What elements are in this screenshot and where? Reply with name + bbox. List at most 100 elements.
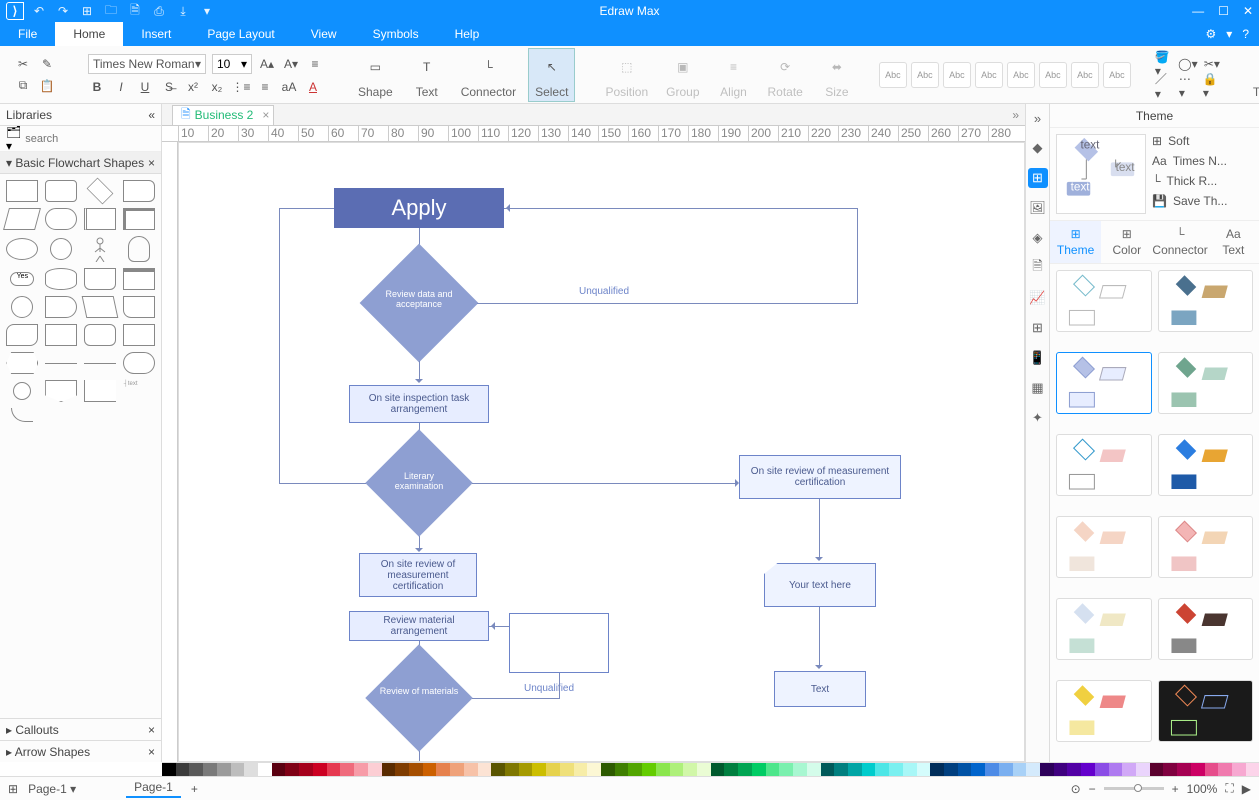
color-swatch[interactable] <box>903 763 917 776</box>
ai-rail-icon[interactable]: ✦ <box>1028 408 1048 428</box>
theme-opt-save[interactable]: 💾Save Th... <box>1152 194 1253 208</box>
color-swatch[interactable] <box>1095 763 1109 776</box>
color-swatch[interactable] <box>1191 763 1205 776</box>
color-swatch[interactable] <box>299 763 313 776</box>
close-icon[interactable]: ✕ <box>1243 4 1253 18</box>
color-swatch[interactable] <box>285 763 299 776</box>
theme-item[interactable] <box>1056 598 1152 660</box>
export-icon[interactable]: ⤓ <box>176 4 190 18</box>
theme-item[interactable] <box>1158 598 1254 660</box>
shape-angle[interactable] <box>84 380 116 402</box>
shape-parallelogram[interactable] <box>3 208 41 230</box>
style-preset[interactable]: Abc <box>1071 62 1099 88</box>
color-swatch[interactable] <box>971 763 985 776</box>
menu-home[interactable]: Home <box>55 22 123 46</box>
save-icon[interactable]: 🗎 <box>128 4 142 18</box>
color-swatch[interactable] <box>546 763 560 776</box>
document-tab[interactable]: 🗎 Business 2 × <box>172 105 274 125</box>
align-menu-icon[interactable]: ≡ <box>306 55 324 73</box>
color-swatch[interactable] <box>505 763 519 776</box>
shape-wave[interactable] <box>6 324 38 346</box>
color-swatch[interactable] <box>176 763 190 776</box>
color-swatch[interactable] <box>1026 763 1040 776</box>
chart-rail-icon[interactable]: 📈 <box>1028 288 1048 308</box>
table-rail-icon[interactable]: ⊞ <box>1028 318 1048 338</box>
theme-item[interactable] <box>1158 270 1254 332</box>
color-swatch[interactable] <box>1232 763 1246 776</box>
theme-tab-color[interactable]: ⊞Color <box>1101 221 1152 263</box>
color-swatch[interactable] <box>724 763 738 776</box>
add-page-icon[interactable]: + <box>191 782 198 796</box>
theme-tab-connector[interactable]: └Connector <box>1152 221 1207 263</box>
font-color-icon[interactable]: A <box>304 78 322 96</box>
crop-icon[interactable]: ✂▾ <box>1203 55 1221 73</box>
color-swatch[interactable] <box>1040 763 1054 776</box>
help-icon[interactable]: ? <box>1242 27 1249 41</box>
app-rail-icon[interactable]: 📱 <box>1028 348 1048 368</box>
minimize-icon[interactable]: — <box>1192 4 1204 18</box>
theme-item[interactable] <box>1056 352 1152 414</box>
node-onsite-review-left[interactable]: On site review of measurement certificat… <box>359 553 477 597</box>
color-swatch[interactable] <box>1163 763 1177 776</box>
color-swatch[interactable] <box>738 763 752 776</box>
color-swatch[interactable] <box>889 763 903 776</box>
lock-icon[interactable]: 🔒▾ <box>1203 77 1221 95</box>
shape-line[interactable] <box>45 363 77 364</box>
menu-view[interactable]: View <box>293 22 355 46</box>
shape-delay[interactable] <box>45 296 77 318</box>
color-swatch[interactable] <box>642 763 656 776</box>
shape-diamond[interactable] <box>87 178 114 205</box>
copy-icon[interactable]: ⧉ <box>14 77 32 95</box>
fullscreen-icon[interactable]: ⛶ <box>1225 781 1233 796</box>
expand-right-icon[interactable]: » <box>1028 108 1048 128</box>
color-swatch[interactable] <box>1136 763 1150 776</box>
maximize-icon[interactable]: ☐ <box>1218 4 1229 18</box>
canvas[interactable]: Apply Review data and acceptance Unquali… <box>178 142 1025 762</box>
style-preset[interactable]: Abc <box>911 62 939 88</box>
bold-icon[interactable]: B <box>88 78 106 96</box>
presentation-icon[interactable]: ▶ <box>1242 782 1251 796</box>
style-preset[interactable]: Abc <box>879 62 907 88</box>
connector-tool[interactable]: └Connector <box>455 49 522 101</box>
color-swatch[interactable] <box>354 763 368 776</box>
font-size-select[interactable]: 10▾ <box>212 54 252 74</box>
color-swatch[interactable] <box>917 763 931 776</box>
color-swatch[interactable] <box>382 763 396 776</box>
color-swatch[interactable] <box>985 763 999 776</box>
shape-frame[interactable] <box>123 268 155 290</box>
shape-yes[interactable]: Yes <box>10 272 34 286</box>
color-swatch[interactable] <box>779 763 793 776</box>
shape-annotation[interactable]: ┤text <box>124 381 154 401</box>
underline-icon[interactable]: U <box>136 78 154 96</box>
node-onsite-task[interactable]: On site inspection task arrangement <box>349 385 489 423</box>
text-tool[interactable]: TText <box>405 49 449 101</box>
decrease-font-icon[interactable]: A▾ <box>282 55 300 73</box>
category-arrow-shapes[interactable]: ▸ Arrow Shapes× <box>0 740 161 762</box>
style-preset[interactable]: Abc <box>1103 62 1131 88</box>
color-swatch[interactable] <box>244 763 258 776</box>
close-category-icon[interactable]: × <box>148 156 155 170</box>
select-tool[interactable]: ↖Select <box>528 48 575 102</box>
theme-item[interactable] <box>1056 516 1152 578</box>
theme-item[interactable] <box>1056 270 1152 332</box>
page-select[interactable]: Page-1 ▾ <box>28 782 76 796</box>
present-rail-icon[interactable]: ▦ <box>1028 378 1048 398</box>
theme-item[interactable] <box>1158 352 1254 414</box>
node-apply[interactable]: Apply <box>334 188 504 228</box>
color-swatch[interactable] <box>574 763 588 776</box>
increase-font-icon[interactable]: A▴ <box>258 55 276 73</box>
theme-item[interactable] <box>1158 680 1254 742</box>
case-icon[interactable]: aA <box>280 78 298 96</box>
color-swatch[interactable] <box>560 763 574 776</box>
shape-manual-op[interactable] <box>123 296 155 318</box>
color-swatch[interactable] <box>697 763 711 776</box>
color-swatch[interactable] <box>793 763 807 776</box>
shape-database[interactable] <box>45 268 77 290</box>
node-review-material-arrangement[interactable]: Review material arrangement <box>349 611 489 641</box>
search-input[interactable] <box>25 133 167 145</box>
fit-icon[interactable]: ⊙ <box>1071 782 1081 796</box>
layers-rail-icon[interactable]: ◈ <box>1028 228 1048 248</box>
close-tab-icon[interactable]: × <box>262 108 269 122</box>
page-rail-icon[interactable]: 🗎 <box>1028 258 1048 278</box>
bullets-icon[interactable]: ⋮≡ <box>232 78 250 96</box>
